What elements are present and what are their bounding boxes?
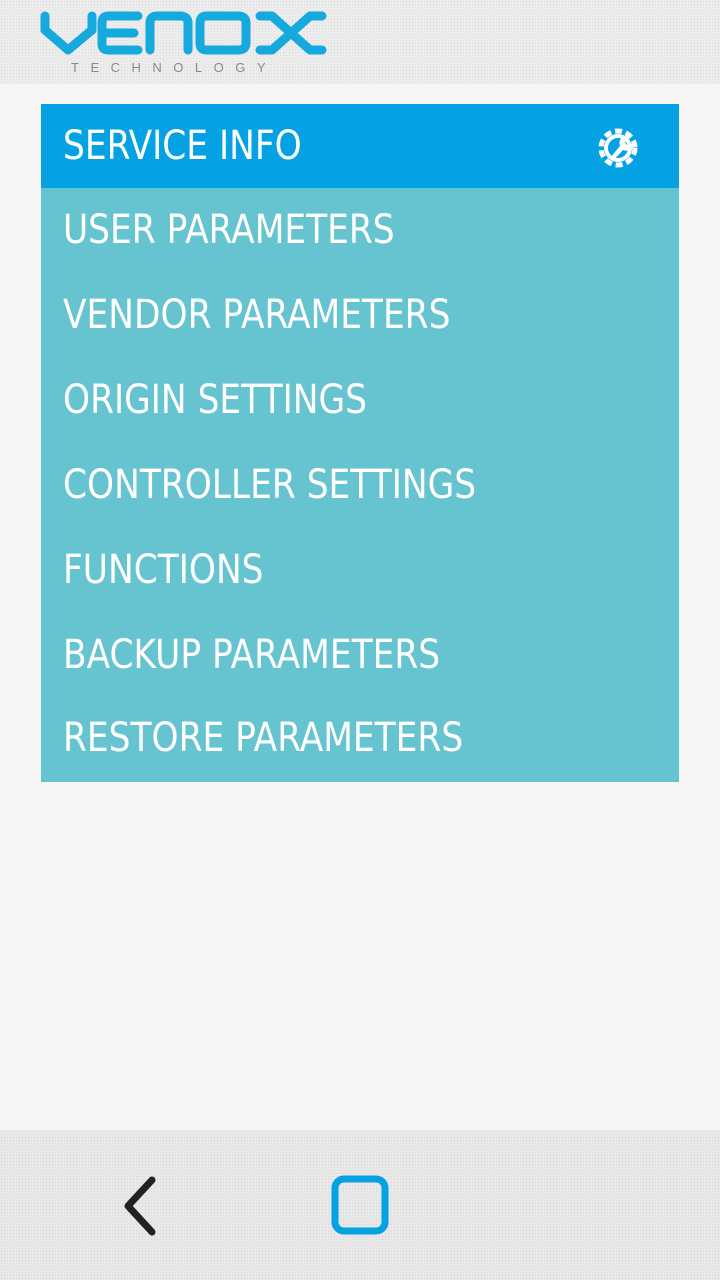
menu-item-user-parameters[interactable]: USER PARAMETERS [41, 188, 679, 273]
back-chevron-icon[interactable] [120, 1174, 160, 1238]
menu-item-service-info[interactable]: SERVICE INFO [41, 104, 679, 188]
menu-item-vendor-parameters[interactable]: VENDOR PARAMETERS [41, 273, 679, 358]
logo-tagline: TECHNOLOGY [71, 60, 278, 75]
menu-item-label: ORIGIN SETTINGS [63, 377, 367, 423]
menu-item-controller-settings[interactable]: CONTROLLER SETTINGS [41, 443, 679, 528]
menu-item-functions[interactable]: FUNCTIONS [41, 528, 679, 613]
menu-item-label: USER PARAMETERS [63, 207, 395, 253]
wrench-gear-icon [598, 128, 638, 168]
menu-item-backup-parameters[interactable]: BACKUP PARAMETERS [41, 613, 679, 698]
settings-menu: SERVICE INFO USER PARAMETERS VENDOR PARA… [41, 104, 679, 782]
menu-item-label: BACKUP PARAMETERS [63, 632, 441, 678]
main-content: SERVICE INFO USER PARAMETERS VENDOR PARA… [0, 84, 720, 1130]
menu-item-label: VENDOR PARAMETERS [63, 292, 451, 338]
menu-item-restore-parameters[interactable]: RESTORE PARAMETERS [41, 698, 679, 782]
app-header: TECHNOLOGY [0, 0, 720, 84]
menu-item-label: SERVICE INFO [63, 123, 302, 169]
home-square-icon[interactable] [330, 1174, 390, 1236]
navigation-bar [0, 1130, 720, 1280]
menu-item-label: RESTORE PARAMETERS [63, 715, 464, 761]
menu-item-label: FUNCTIONS [63, 547, 264, 593]
menu-item-label: CONTROLLER SETTINGS [63, 462, 477, 508]
menu-item-origin-settings[interactable]: ORIGIN SETTINGS [41, 358, 679, 443]
